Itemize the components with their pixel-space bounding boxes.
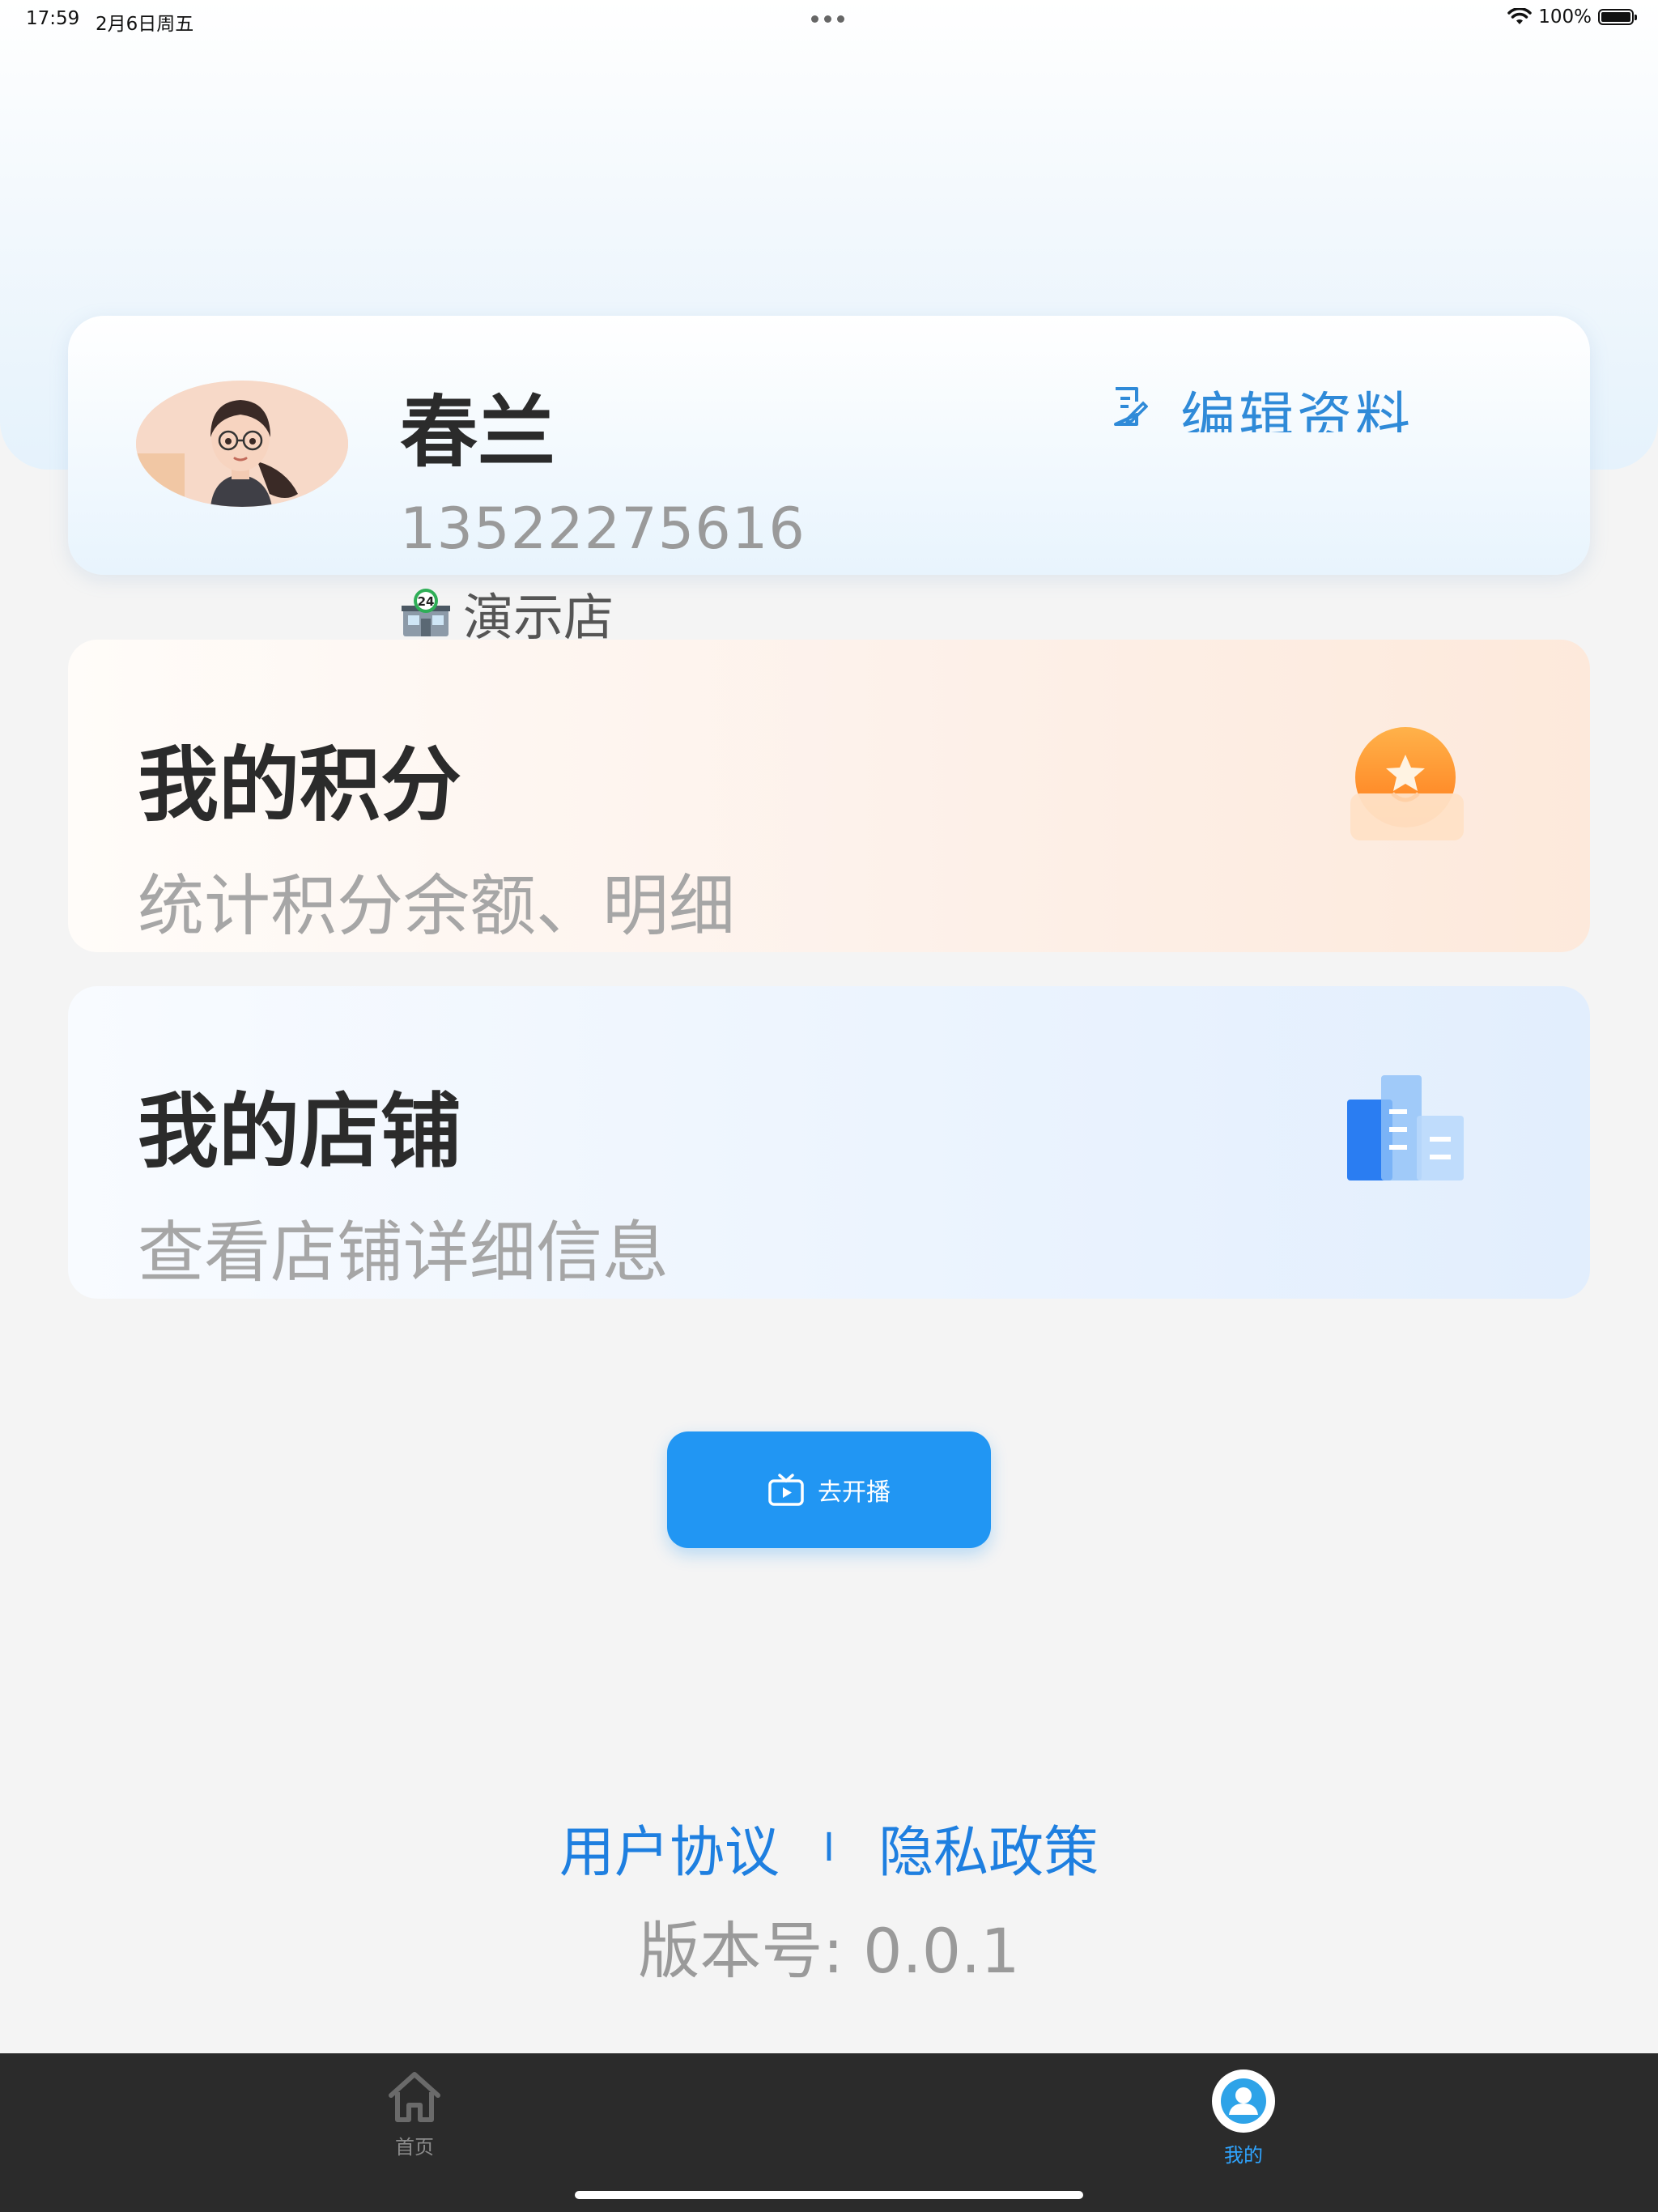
store-name: 演示店 bbox=[463, 588, 614, 647]
points-card[interactable]: 我的积分 统计积分余额、明细 bbox=[68, 640, 1590, 952]
user-icon bbox=[1212, 2069, 1275, 2133]
profile-name: 春兰 bbox=[400, 387, 555, 478]
tab-bar: 首页 我的 bbox=[0, 2053, 1658, 2212]
status-time: 17:59 bbox=[26, 8, 80, 29]
edit-profile-button[interactable]: 编辑资料 bbox=[1112, 381, 1414, 432]
tv-play-icon bbox=[768, 1474, 804, 1506]
multitasking-dots[interactable] bbox=[811, 15, 844, 23]
status-date: 2月6日周五 bbox=[96, 14, 194, 35]
edit-profile-label: 编辑资料 bbox=[1180, 387, 1414, 432]
shop-subtitle: 查看店铺详细信息 bbox=[138, 1214, 670, 1291]
store-24h-icon: 24 bbox=[402, 589, 450, 636]
points-coin-icon bbox=[1350, 727, 1464, 840]
home-icon bbox=[389, 2072, 440, 2122]
avatar[interactable] bbox=[136, 381, 348, 507]
tab-home-label: 首页 bbox=[395, 2136, 434, 2159]
privacy-policy-link[interactable]: 隐私政策 bbox=[878, 1807, 1099, 1887]
points-subtitle: 统计积分余额、明细 bbox=[138, 868, 736, 945]
tab-home[interactable]: 首页 bbox=[334, 2069, 495, 2159]
shop-building-icon bbox=[1347, 1075, 1464, 1180]
svg-text:24: 24 bbox=[418, 594, 435, 609]
wifi-icon bbox=[1507, 8, 1532, 24]
home-indicator bbox=[575, 2191, 1083, 2199]
battery-percent: 100% bbox=[1538, 6, 1592, 28]
shop-card[interactable]: 我的店铺 查看店铺详细信息 bbox=[68, 986, 1590, 1299]
edit-icon bbox=[1114, 387, 1148, 426]
footer-separator: I bbox=[823, 1824, 835, 1870]
tab-mine[interactable]: 我的 bbox=[1163, 2069, 1324, 2167]
shop-title: 我的店铺 bbox=[138, 1084, 461, 1179]
store-row: 24 演示店 bbox=[400, 576, 614, 649]
user-agreement-link[interactable]: 用户协议 bbox=[559, 1807, 780, 1887]
go-live-label: 去开播 bbox=[818, 1479, 891, 1506]
status-bar: 17:59 2月6日周五 100% bbox=[0, 0, 1658, 40]
version-text: 版本号: 0.0.1 bbox=[638, 1915, 1020, 1987]
footer-links: 用户协议 I 隐私政策 bbox=[0, 1807, 1658, 1887]
points-title: 我的积分 bbox=[138, 738, 461, 832]
go-live-button[interactable]: 去开播 bbox=[667, 1431, 991, 1548]
profile-card: 春兰 13522275616 编辑资料 bbox=[68, 316, 1590, 575]
battery-icon bbox=[1598, 9, 1637, 25]
tab-mine-label: 我的 bbox=[1224, 2144, 1263, 2167]
profile-phone: 13522275616 bbox=[400, 496, 806, 562]
status-right: 100% bbox=[1507, 6, 1637, 28]
